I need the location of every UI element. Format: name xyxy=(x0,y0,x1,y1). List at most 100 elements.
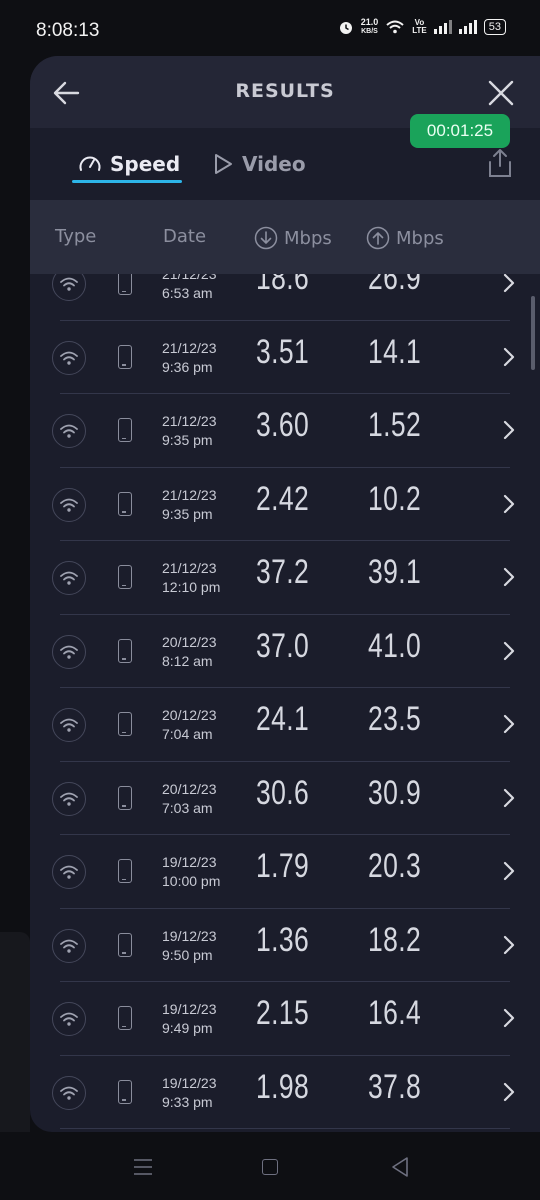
test-timer-badge: 00:01:25 xyxy=(410,114,510,148)
column-type: Type xyxy=(55,226,97,247)
result-row[interactable]: 20/12/23 7:03 am 30.6 30.9 xyxy=(30,762,540,835)
result-datetime: 19/12/23 9:50 pm xyxy=(162,927,217,965)
phone-icon xyxy=(118,785,132,810)
download-speed: 30.6 xyxy=(256,773,310,812)
scrollbar[interactable] xyxy=(531,296,535,370)
download-speed: 1.36 xyxy=(256,920,310,959)
play-icon xyxy=(215,154,232,174)
result-row[interactable]: 21/12/23 12:10 pm 37.2 39.1 xyxy=(30,541,540,615)
result-date: 19/12/23 xyxy=(162,1074,217,1091)
upload-speed: 41.0 xyxy=(368,626,422,665)
chevron-right-icon[interactable] xyxy=(500,933,518,957)
chevron-right-icon[interactable] xyxy=(500,492,518,516)
result-date: 20/12/23 xyxy=(162,707,217,723)
alarm-icon xyxy=(339,22,352,34)
phone-icon xyxy=(118,712,132,736)
result-row[interactable]: 19/12/23 9:33 pm 1.98 37.8 xyxy=(30,1056,540,1129)
chevron-right-icon[interactable] xyxy=(500,274,518,295)
result-row[interactable]: 21/12/23 9:35 pm 2.42 10.2 xyxy=(30,468,540,541)
tab-speed-label: Speed xyxy=(110,152,181,176)
phone-icon xyxy=(118,491,132,516)
download-speed: 1.98 xyxy=(256,1067,310,1106)
chevron-right-icon[interactable] xyxy=(500,1006,518,1030)
tab-video-label: Video xyxy=(242,152,306,176)
result-time: 8:12 am xyxy=(162,652,213,669)
wifi-type-icon xyxy=(52,708,86,742)
upload-speed: 26.9 xyxy=(368,274,422,297)
wifi-type-icon xyxy=(52,634,86,669)
result-date: 20/12/23 xyxy=(162,633,217,650)
status-icons: 21.0 KB/S Vo LTE 53 xyxy=(338,18,506,36)
share-icon[interactable] xyxy=(482,146,518,182)
background-card xyxy=(0,932,30,1132)
download-speed: 24.1 xyxy=(256,700,310,738)
results-rows: 21/12/23 6:53 am 18.6 26.9 21/12/23 9:36 pm 3.… xyxy=(30,274,540,1129)
chevron-right-icon[interactable] xyxy=(500,786,518,810)
result-row[interactable]: 19/12/23 9:50 pm 1.36 18.2 xyxy=(30,909,540,982)
result-row[interactable]: 21/12/23 6:53 am 18.6 26.9 xyxy=(30,274,540,321)
battery-indicator: 53 xyxy=(483,19,506,35)
phone-icon xyxy=(118,418,132,442)
result-row[interactable]: 19/12/23 9:49 pm 2.15 16.4 xyxy=(30,982,540,1056)
column-upload-label: Mbps xyxy=(396,227,444,249)
tab-video[interactable]: Video xyxy=(212,152,306,176)
chevron-right-icon[interactable] xyxy=(500,345,518,369)
upload-speed: 10.2 xyxy=(368,479,422,518)
result-time: 7:04 am xyxy=(162,726,213,742)
download-speed: 3.60 xyxy=(256,406,310,444)
upload-speed: 18.2 xyxy=(368,920,422,959)
chevron-right-icon[interactable] xyxy=(500,639,518,663)
nav-back-icon[interactable] xyxy=(390,1156,410,1178)
result-time: 10:00 pm xyxy=(162,873,221,889)
phone-icon xyxy=(118,638,132,663)
chevron-right-icon[interactable] xyxy=(500,565,518,589)
status-bar: 8:08:13 21.0 KB/S Vo LTE 53 xyxy=(0,0,540,58)
result-time: 9:35 pm xyxy=(162,432,213,448)
column-upload: Mbps xyxy=(366,226,444,250)
volte-indicator: Vo LTE xyxy=(412,19,427,35)
result-time: 7:03 am xyxy=(162,799,213,816)
results-sheet: RESULTS Speed Video Type Date Mbps Mbps … xyxy=(30,56,540,1132)
upload-speed: 1.52 xyxy=(368,406,422,444)
chevron-right-icon[interactable] xyxy=(500,712,518,736)
signal-icon-2 xyxy=(458,20,477,34)
signal-icon xyxy=(433,20,452,34)
result-row[interactable]: 20/12/23 7:04 am 24.1 23.5 xyxy=(30,688,540,762)
result-datetime: 21/12/23 12:10 pm xyxy=(162,559,220,597)
column-download-label: Mbps xyxy=(284,227,332,249)
upload-arrow-icon xyxy=(366,226,390,250)
phone-icon xyxy=(118,932,132,957)
result-datetime: 21/12/23 9:35 pm xyxy=(162,486,217,524)
recents-icon[interactable] xyxy=(133,1158,153,1176)
tab-speed[interactable]: Speed xyxy=(78,152,180,176)
result-date: 21/12/23 xyxy=(162,274,217,282)
network-speed-unit: KB/S xyxy=(361,28,378,35)
phone-icon xyxy=(118,859,132,883)
system-nav-bar xyxy=(0,1134,540,1200)
home-icon[interactable] xyxy=(262,1159,278,1175)
chevron-right-icon[interactable] xyxy=(500,859,518,883)
result-date: 21/12/23 xyxy=(162,413,217,429)
speedometer-icon xyxy=(79,156,101,171)
wifi-icon xyxy=(386,20,404,34)
result-datetime: 20/12/23 7:03 am xyxy=(162,780,217,818)
results-list[interactable]: 21/12/23 6:53 am 18.6 26.9 21/12/23 9:36 pm 3.… xyxy=(30,274,540,1132)
result-row[interactable]: 21/12/23 9:35 pm 3.60 1.52 xyxy=(30,394,540,468)
result-row[interactable]: 19/12/23 10:00 pm 1.79 20.3 xyxy=(30,835,540,909)
network-speed-value: 21.0 xyxy=(360,17,379,27)
chevron-right-icon[interactable] xyxy=(500,418,518,442)
close-icon[interactable] xyxy=(482,74,520,112)
result-time: 12:10 pm xyxy=(162,579,221,595)
phone-icon xyxy=(118,565,132,589)
result-row[interactable]: 21/12/23 9:36 pm 3.51 14.1 xyxy=(30,321,540,394)
download-speed: 18.6 xyxy=(256,274,310,297)
result-time: 9:50 pm xyxy=(162,946,213,963)
upload-speed: 14.1 xyxy=(368,332,422,371)
chevron-right-icon[interactable] xyxy=(500,1080,518,1104)
column-download: Mbps xyxy=(254,226,332,250)
result-datetime: 19/12/23 9:49 pm xyxy=(162,1000,217,1038)
network-speed: 21.0 KB/S xyxy=(361,18,379,36)
result-row[interactable]: 20/12/23 8:12 am 37.0 41.0 xyxy=(30,615,540,688)
phone-icon xyxy=(118,1079,132,1104)
wifi-type-icon xyxy=(52,340,86,375)
